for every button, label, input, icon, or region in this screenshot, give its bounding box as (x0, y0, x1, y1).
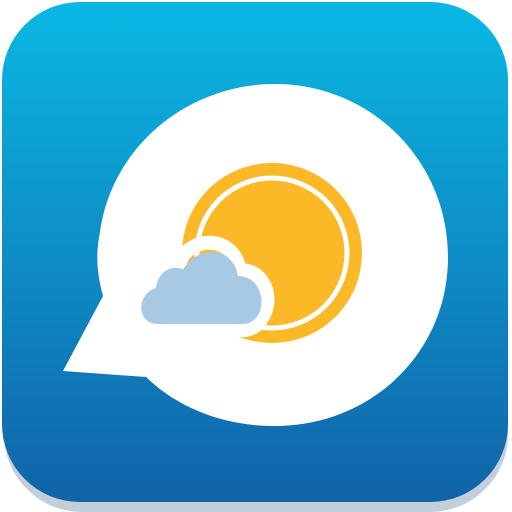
weather-app-icon[interactable] (0, 0, 512, 512)
